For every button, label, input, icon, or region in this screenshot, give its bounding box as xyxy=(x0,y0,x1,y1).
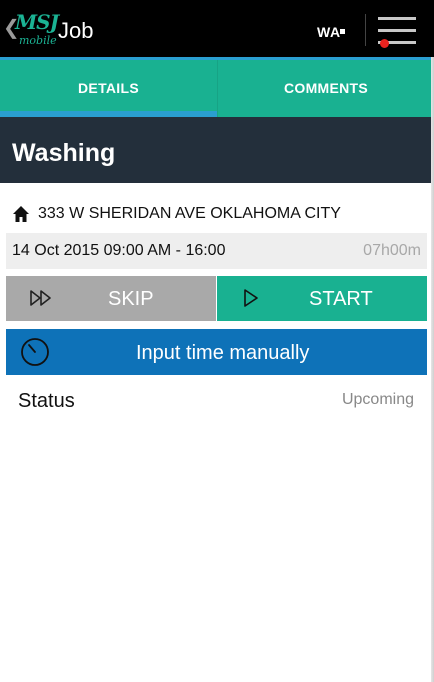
start-button[interactable]: START xyxy=(217,276,427,321)
input-time-manually-button[interactable]: Input time manually xyxy=(6,329,427,375)
state-indicator-dot xyxy=(340,29,345,34)
page-title: Job xyxy=(58,18,94,43)
action-bar-divider xyxy=(365,14,366,46)
play-icon xyxy=(244,289,258,307)
logo-text: MSJ xyxy=(15,10,59,34)
fast-forward-icon xyxy=(30,290,51,306)
job-address: 333 W SHERIDAN AVE OKLAHOMA CITY xyxy=(38,205,341,222)
tab-comments[interactable]: COMMENTS xyxy=(217,60,434,117)
tab-details[interactable]: DETAILS xyxy=(0,60,217,117)
schedule-row: 14 Oct 2015 09:00 AM - 16:00 07h00m xyxy=(6,233,427,269)
hamburger-menu-line xyxy=(378,29,416,32)
status-value: Upcoming xyxy=(341,391,414,408)
skip-button-label: SKIP xyxy=(108,288,154,310)
clock-icon xyxy=(21,338,49,366)
notification-dot-icon xyxy=(380,39,389,48)
state-indicator: WA xyxy=(317,24,341,40)
job-name: Washing xyxy=(12,139,116,167)
schedule-time: 14 Oct 2015 09:00 AM - 16:00 xyxy=(12,242,226,259)
start-button-label: START xyxy=(309,288,373,310)
address-row: 333 W SHERIDAN AVE OKLAHOMA CITY xyxy=(12,204,422,224)
tab-bar: DETAILS COMMENTS xyxy=(0,57,434,117)
input-time-manually-label: Input time manually xyxy=(136,342,310,364)
status-label: Status xyxy=(18,390,75,412)
schedule-duration: 07h00m xyxy=(363,242,421,259)
app-logo[interactable]: MSJ mobile xyxy=(15,10,59,50)
hamburger-menu-icon xyxy=(378,17,416,20)
logo-subtext: mobile xyxy=(19,34,57,47)
skip-button[interactable]: SKIP xyxy=(6,276,216,321)
home-icon xyxy=(13,206,29,222)
job-header: Washing xyxy=(0,117,434,183)
action-bar: ❮ MSJ mobile Job WA xyxy=(0,0,434,57)
